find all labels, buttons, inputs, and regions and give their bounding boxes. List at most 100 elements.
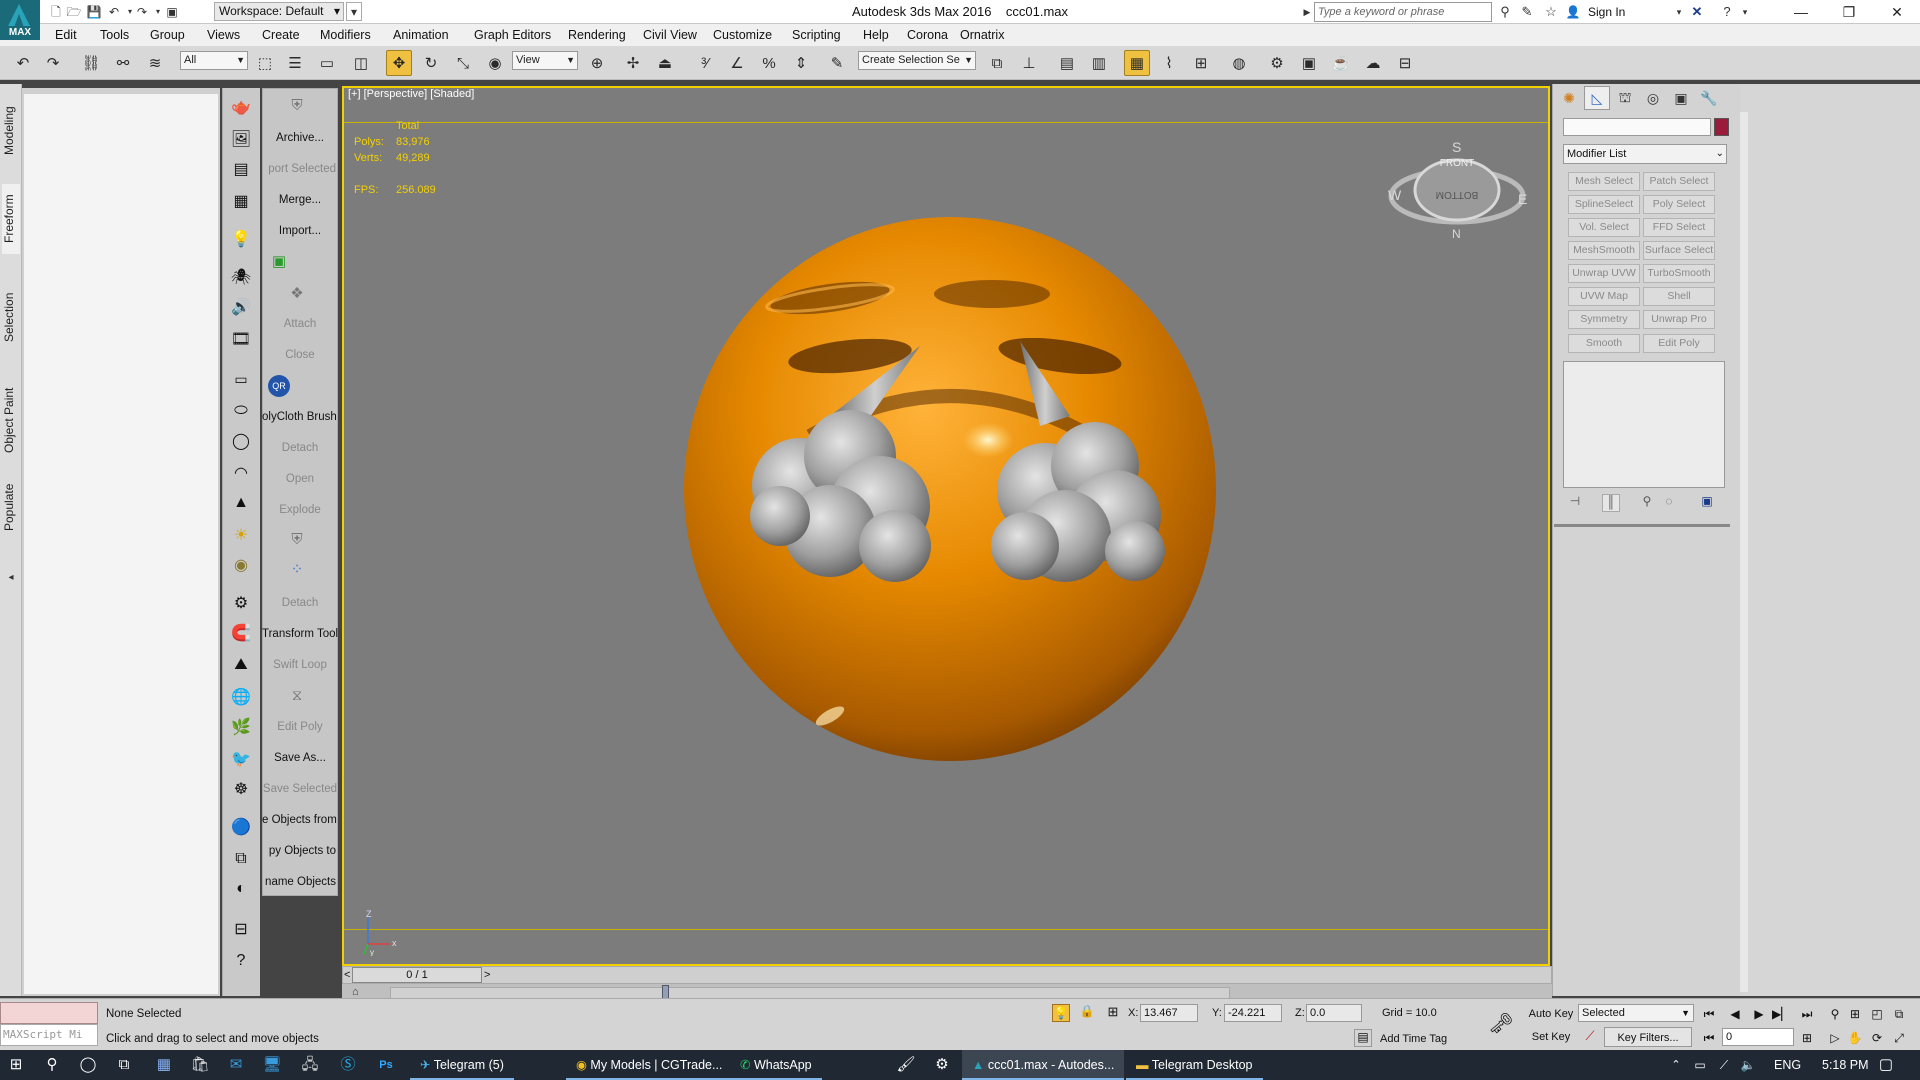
taskbar-whatsapp[interactable]: ✆ WhatsApp: [730, 1050, 822, 1080]
time-slider-thumb[interactable]: 0 / 1: [352, 967, 482, 983]
select-and-place-icon[interactable]: ◉: [482, 50, 508, 76]
go-to-end-icon[interactable]: ⏭: [1798, 1006, 1816, 1022]
cortana-icon[interactable]: ◯: [78, 1055, 98, 1075]
tint-icon[interactable]: ◐: [228, 876, 254, 902]
menu-group[interactable]: Group: [150, 24, 185, 46]
render-production-icon[interactable]: ☕: [1328, 50, 1354, 76]
sky-light-icon[interactable]: ◉: [228, 552, 254, 578]
rectangular-selection-icon[interactable]: ▭: [314, 50, 340, 76]
remove-modifier-icon[interactable]: ◌: [1660, 494, 1678, 512]
edit-named-selection-icon[interactable]: ✎: [824, 50, 850, 76]
percent-snap-icon[interactable]: %: [756, 50, 782, 76]
curve-editor-icon[interactable]: ⌇: [1156, 50, 1182, 76]
help-dropdown-icon[interactable]: ▾: [1736, 3, 1754, 21]
menu-views[interactable]: Views: [207, 24, 240, 46]
current-frame-field[interactable]: 0: [1722, 1028, 1794, 1046]
mail-icon[interactable]: ✉: [226, 1055, 246, 1075]
reference-coordinate-select[interactable]: View ▼: [512, 51, 578, 70]
scene-explorer-icon[interactable]: ▤: [1054, 50, 1080, 76]
material-editor-icon[interactable]: ◍: [1226, 50, 1252, 76]
polycloth-brush-button[interactable]: olyCloth Brush: [262, 407, 338, 427]
previous-frame-icon[interactable]: ◀: [1726, 1006, 1744, 1022]
set-key-key-icon[interactable]: 🗝: [1486, 1006, 1516, 1042]
render-in-cloud-icon[interactable]: ⊟: [1392, 50, 1418, 76]
maxscript-listener-output[interactable]: [0, 1002, 98, 1024]
turbosmooth-button[interactable]: TurboSmooth: [1643, 264, 1715, 283]
select-and-link-icon[interactable]: ⛓: [78, 50, 104, 76]
pin-stack-icon[interactable]: ⊣: [1566, 494, 1584, 512]
key-filters-button[interactable]: Key Filters...: [1604, 1027, 1692, 1047]
viewport-menu-label[interactable]: [+]: [348, 88, 361, 100]
symmetry-button[interactable]: Symmetry: [1568, 310, 1640, 329]
lamp-icon[interactable]: 💡: [228, 226, 254, 252]
list-window-icon[interactable]: ▤: [228, 156, 254, 182]
render-iterative-icon[interactable]: ☁: [1360, 50, 1386, 76]
lock-selection-icon[interactable]: 🔒: [1078, 1004, 1096, 1022]
pan-view-icon[interactable]: ✋: [1846, 1030, 1864, 1046]
orbit-icon[interactable]: ⟳: [1868, 1030, 1886, 1046]
minimize-button[interactable]: —: [1778, 0, 1824, 24]
archive-button[interactable]: Archive...: [262, 128, 338, 148]
select-object-icon[interactable]: ⬚: [252, 50, 278, 76]
settings-icon[interactable]: ⚙: [932, 1055, 952, 1075]
subscription-icon[interactable]: ✎: [1518, 3, 1536, 21]
render-setup-icon[interactable]: ⚙: [1264, 50, 1290, 76]
gear-cog-icon[interactable]: ⚙: [228, 590, 254, 616]
unwrap-uvw-button[interactable]: Unwrap UVW: [1568, 264, 1640, 283]
unwrap-pro-button[interactable]: Unwrap Pro: [1643, 310, 1715, 329]
window-crossing-icon[interactable]: ◫: [348, 50, 374, 76]
paint-icon[interactable]: 🖌: [896, 1055, 916, 1075]
table-icon[interactable]: ▦: [228, 188, 254, 214]
ribbon-expand-icon[interactable]: ◂: [4, 572, 18, 594]
modifier-stack[interactable]: [1563, 361, 1725, 488]
layer-explorer-icon[interactable]: ▥: [1086, 50, 1112, 76]
attach-button[interactable]: Attach: [262, 314, 338, 334]
menu-corona[interactable]: Corona: [907, 24, 948, 46]
taskbar-telegram-desktop[interactable]: ▬ Telegram Desktop: [1126, 1050, 1263, 1080]
z-coordinate-field[interactable]: 0.0: [1306, 1004, 1362, 1022]
viewport-shading-label[interactable]: [Shaded]: [430, 88, 474, 100]
create-tab-icon[interactable]: ✺: [1556, 86, 1582, 110]
unlink-icon[interactable]: ⚯: [110, 50, 136, 76]
green-tag-icon[interactable]: ▣: [270, 252, 292, 272]
modify-tab-icon[interactable]: ◺: [1584, 86, 1610, 110]
snaps-toggle-icon[interactable]: ³⁄: [692, 50, 718, 76]
spline-select-button[interactable]: SplineSelect: [1568, 195, 1640, 214]
favorites-star-icon[interactable]: ☆: [1542, 3, 1560, 21]
taskbar-telegram[interactable]: ✈ Telegram (5): [410, 1050, 514, 1080]
dome-primitive-icon[interactable]: ◠: [228, 460, 254, 486]
menu-civil-view[interactable]: Civil View: [643, 24, 697, 46]
sphere-primitive-icon[interactable]: ◯: [228, 428, 254, 454]
restore-button[interactable]: ❐: [1826, 0, 1872, 24]
isolate-selection-icon[interactable]: 💡: [1052, 1004, 1070, 1022]
x-coordinate-field[interactable]: 13.467: [1140, 1004, 1198, 1022]
render-window-icon[interactable]: 🖼: [228, 126, 254, 152]
plane-primitive-icon[interactable]: ▭: [228, 366, 254, 392]
time-slider-next-button[interactable]: >: [484, 967, 494, 983]
network-icon[interactable]: 🖧: [300, 1055, 320, 1075]
binoculars-icon[interactable]: ⚲: [1496, 3, 1514, 21]
viewport-label[interactable]: [+] [Perspective] [Shaded]: [348, 88, 474, 100]
battery-icon[interactable]: ▭: [1690, 1055, 1710, 1075]
transform-tool-button[interactable]: Transform Tool: [262, 624, 338, 644]
tab-freeform[interactable]: Freeform: [2, 184, 20, 254]
rendered-frame-window-icon[interactable]: ▣: [1296, 50, 1322, 76]
copy-objects-to-button[interactable]: py Objects to: [262, 841, 338, 861]
spinner-snap-icon[interactable]: ⇕: [788, 50, 814, 76]
layer-settings-icon[interactable]: ⊟: [228, 916, 254, 942]
language-indicator[interactable]: ENG: [1774, 1050, 1801, 1080]
menu-scripting[interactable]: Scripting: [792, 24, 841, 46]
windows-start-icon[interactable]: ⊞: [6, 1055, 26, 1075]
tab-object-paint[interactable]: Object Paint: [2, 372, 20, 468]
pyramid-icon[interactable]: ⛰: [228, 652, 254, 678]
go-to-start-icon[interactable]: ⏮: [1700, 1006, 1718, 1022]
calculator-icon[interactable]: ▦: [154, 1055, 174, 1075]
tray-chevron-icon[interactable]: ⌃: [1666, 1055, 1686, 1075]
object-color-swatch[interactable]: [1714, 118, 1729, 136]
motion-tab-icon[interactable]: ◎: [1640, 86, 1666, 110]
mesh-select-button[interactable]: Mesh Select: [1568, 172, 1640, 191]
meshsmooth-button[interactable]: MeshSmooth: [1568, 241, 1640, 260]
display-tab-icon[interactable]: ▣: [1668, 86, 1694, 110]
app-logo-button[interactable]: MAX: [0, 0, 40, 40]
undo-icon[interactable]: ↶: [10, 50, 36, 76]
